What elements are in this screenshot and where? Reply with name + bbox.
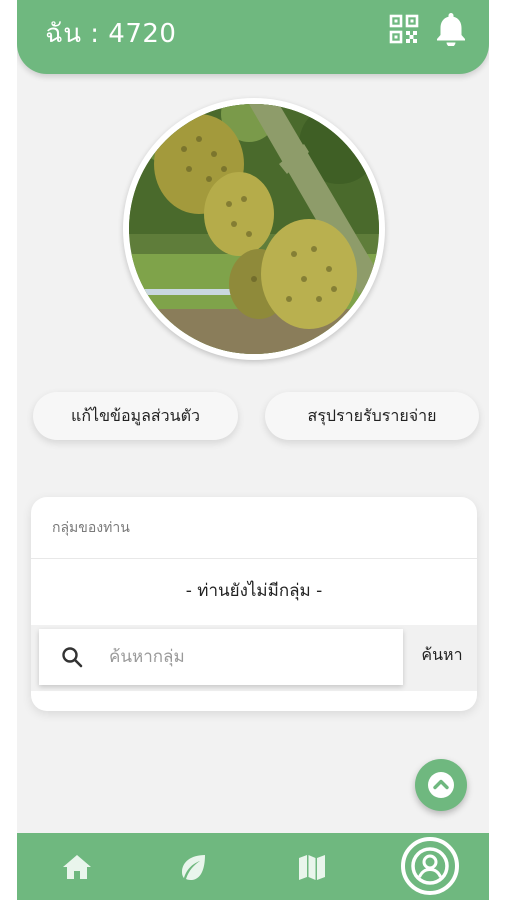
app-screen: ฉัน : 4720 แก้ไขข้อมูลส่วนตัว สรุปรายรับ… bbox=[17, 0, 489, 900]
scroll-top-button[interactable] bbox=[415, 759, 467, 811]
group-search-bar: ค้นหา bbox=[31, 625, 477, 691]
search-field-container[interactable] bbox=[39, 629, 403, 685]
nav-item-profile[interactable] bbox=[401, 837, 459, 895]
chevron-up-icon bbox=[428, 772, 454, 798]
page-title: ฉัน : 4720 bbox=[45, 19, 177, 49]
search-icon bbox=[62, 647, 83, 668]
bottom-navigation bbox=[17, 833, 489, 900]
income-summary-button[interactable]: สรุปรายรับรายจ่าย bbox=[265, 392, 479, 440]
profile-photo-frame[interactable] bbox=[123, 98, 385, 360]
groups-section-label: กลุ่มของท่าน bbox=[52, 520, 130, 536]
my-groups-card: กลุ่มของท่าน - ท่านยังไม่มีกลุ่ม - ค้นหา bbox=[31, 497, 477, 711]
leaf-icon[interactable] bbox=[177, 851, 209, 883]
search-button[interactable]: ค้นหา bbox=[409, 643, 475, 668]
durian-fruit-photo bbox=[129, 104, 379, 354]
groups-empty-message: - ท่านยังไม่มีกลุ่ม - bbox=[185, 581, 323, 601]
map-icon[interactable] bbox=[296, 851, 328, 883]
bell-icon[interactable] bbox=[434, 10, 468, 46]
divider bbox=[31, 558, 477, 559]
qr-code-icon[interactable] bbox=[389, 14, 419, 44]
top-app-bar: ฉัน : 4720 bbox=[17, 0, 489, 74]
profile-icon bbox=[411, 847, 449, 885]
edit-profile-button[interactable]: แก้ไขข้อมูลส่วนตัว bbox=[33, 392, 238, 440]
group-search-input[interactable] bbox=[109, 639, 389, 675]
home-icon[interactable] bbox=[61, 851, 93, 883]
